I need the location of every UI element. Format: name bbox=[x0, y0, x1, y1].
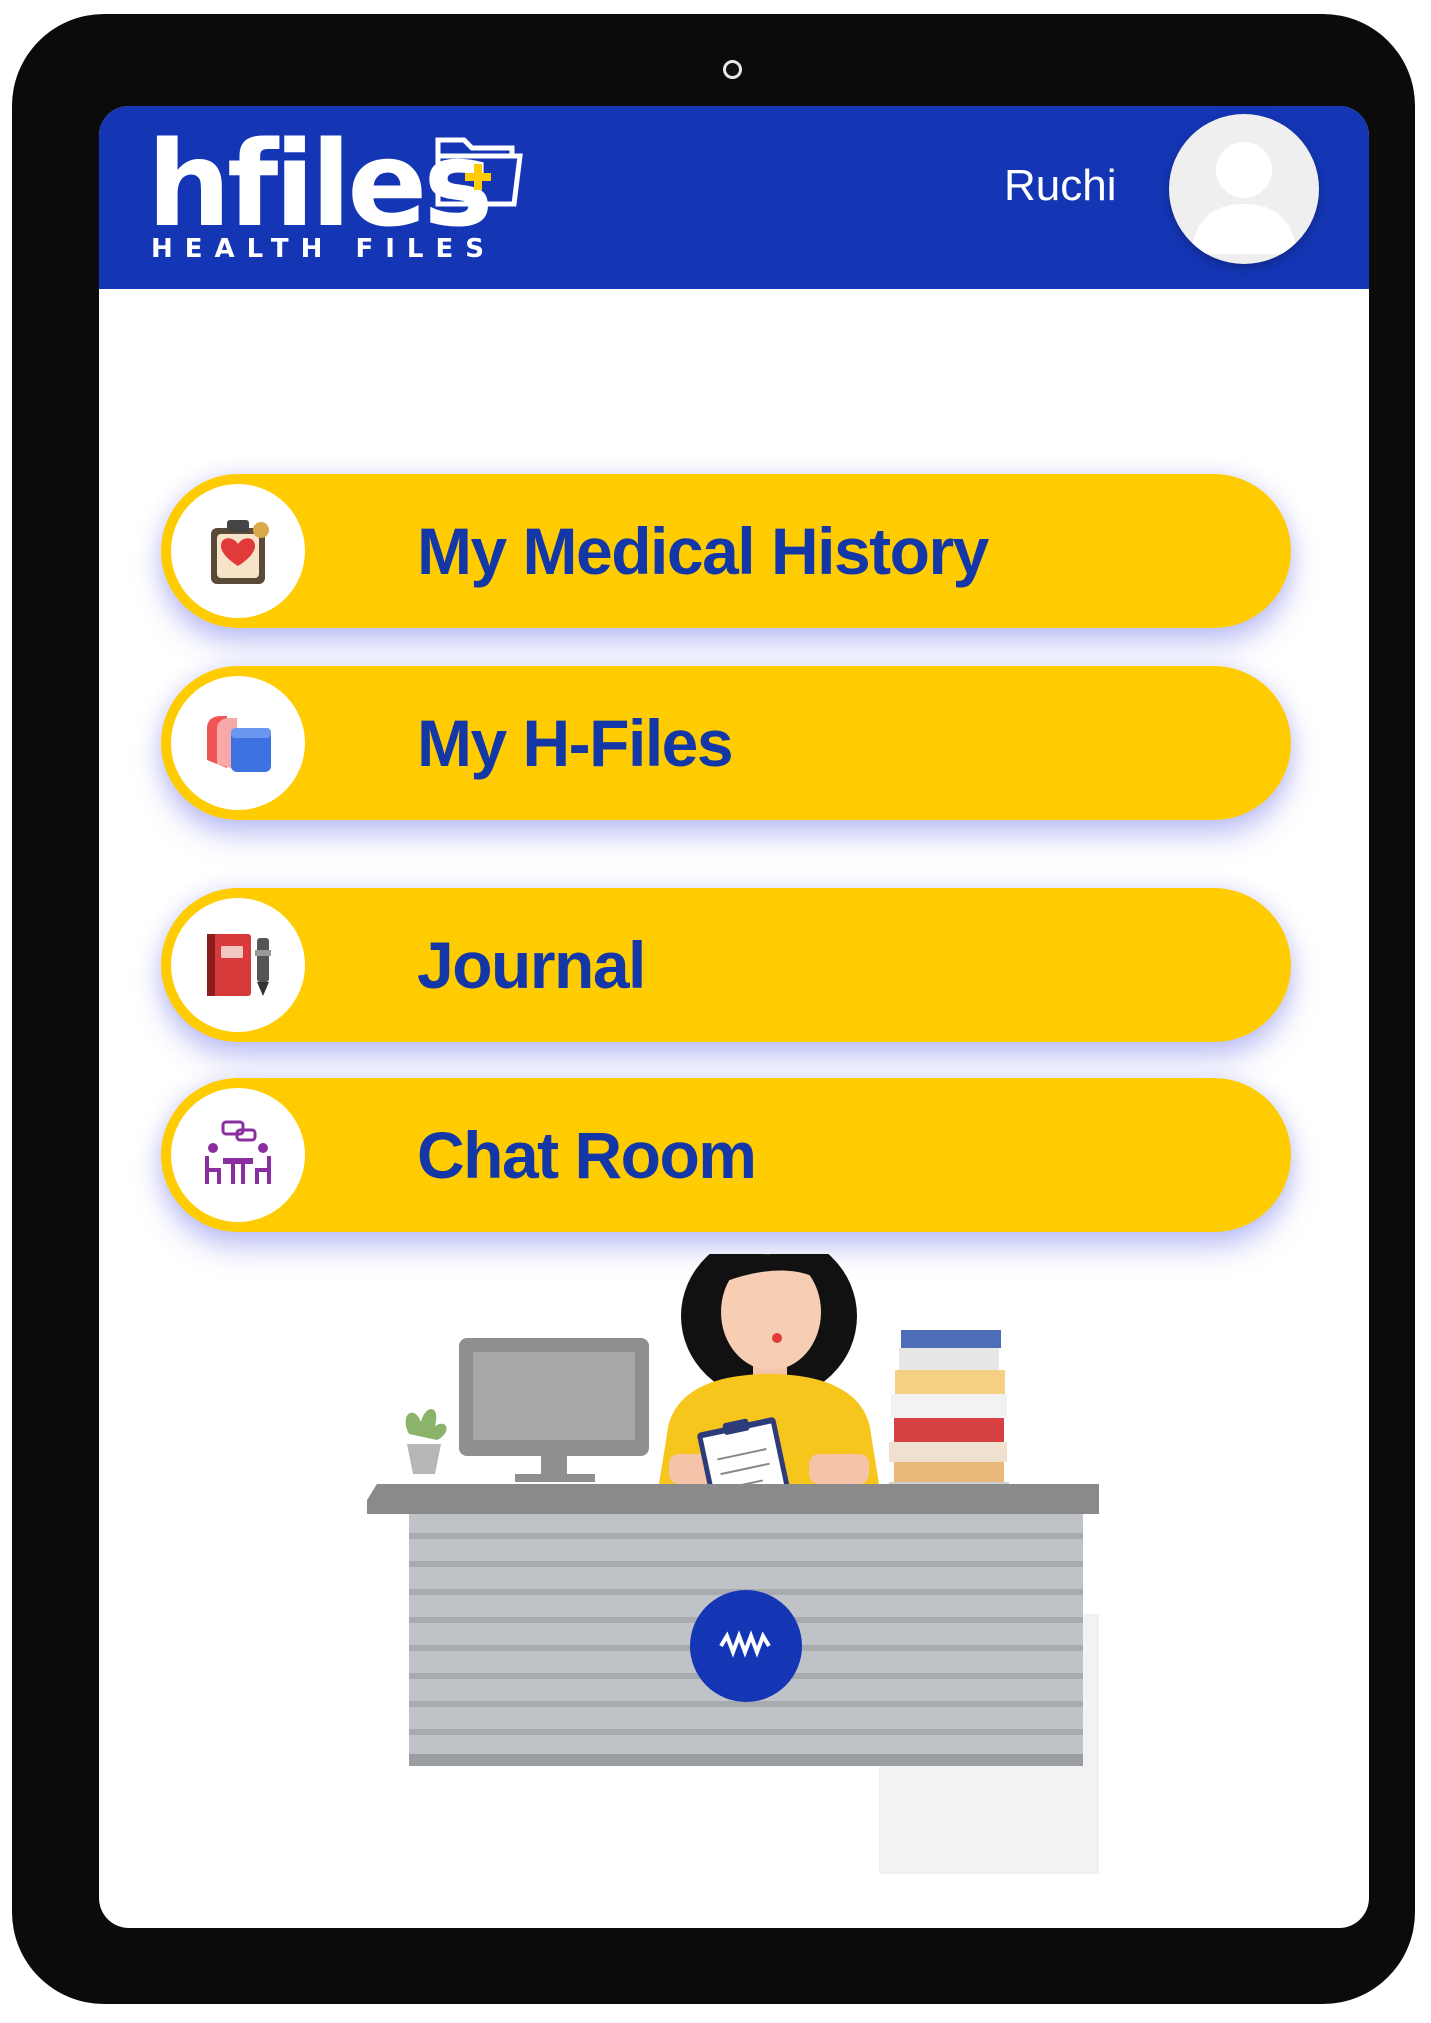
chat-room-button[interactable]: Chat Room bbox=[161, 1078, 1291, 1232]
camera-dot bbox=[723, 60, 742, 79]
medical-history-icon bbox=[171, 484, 305, 618]
files-folder-icon bbox=[171, 676, 305, 810]
chat-room-icon bbox=[171, 1088, 305, 1222]
my-medical-history-button[interactable]: My Medical History bbox=[161, 474, 1291, 628]
user-name: Ruchi bbox=[1004, 161, 1117, 210]
folder-plus-icon bbox=[435, 137, 523, 207]
my-h-files-button[interactable]: My H-Files bbox=[161, 666, 1291, 820]
menu-label: Chat Room bbox=[417, 1118, 757, 1192]
app-screen: hfiles HEALTH FILES Ruchi My Medical His… bbox=[99, 106, 1369, 1928]
menu-label: My Medical History bbox=[417, 514, 989, 588]
tablet-frame: hfiles HEALTH FILES Ruchi My Medical His… bbox=[12, 14, 1415, 2004]
app-header: hfiles HEALTH FILES Ruchi bbox=[99, 106, 1369, 289]
brand-tagline: HEALTH FILES bbox=[151, 234, 496, 264]
journal-button[interactable]: Journal bbox=[161, 888, 1291, 1042]
user-avatar-icon[interactable] bbox=[1169, 114, 1319, 264]
menu-label: My H-Files bbox=[417, 706, 734, 780]
menu-label: Journal bbox=[417, 928, 646, 1002]
receptionist-illustration bbox=[367, 1254, 1099, 1874]
journal-book-icon bbox=[171, 898, 305, 1032]
